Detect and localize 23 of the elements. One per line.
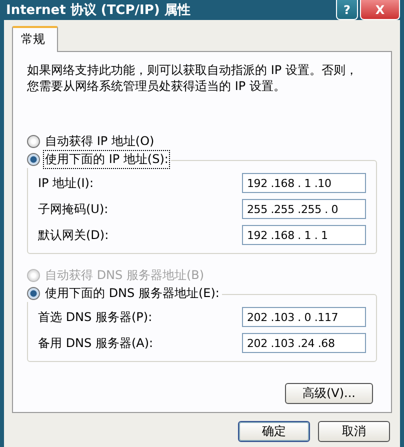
description-text: 您需要从网络系统管理员处获得适当的 IP 设置。 bbox=[27, 78, 286, 94]
help-button[interactable]: ? bbox=[336, 0, 358, 20]
field-label: 默认网关(D): bbox=[38, 226, 109, 244]
ok-button[interactable]: 确定 bbox=[238, 421, 310, 442]
cancel-button[interactable]: 取消 bbox=[318, 421, 390, 442]
radio-button[interactable] bbox=[27, 152, 40, 166]
ip-address-field[interactable]: 192 .168 . 1 .10 bbox=[242, 173, 366, 193]
advanced-button[interactable]: 高级(V)... bbox=[285, 383, 373, 404]
ip-address-field[interactable]: 202 .103 . 0 .117 bbox=[242, 307, 366, 327]
field-label: 子网掩码(U): bbox=[38, 200, 108, 218]
radio-label[interactable]: 自动获得 IP 地址(O) bbox=[44, 132, 156, 150]
field-label: IP 地址(I): bbox=[38, 174, 94, 192]
window-title: Internet 协议 (TCP/IP) 属性 bbox=[6, 2, 190, 19]
description-text: 如果网络支持此功能，则可以获取自动指派的 IP 设置。否则， bbox=[27, 62, 358, 78]
ip-address-field[interactable]: 192 .168 . 1 . 1 bbox=[242, 225, 366, 245]
field-label: 备用 DNS 服务器(A): bbox=[38, 334, 154, 352]
radio-button[interactable] bbox=[27, 134, 40, 148]
ip-address-field[interactable]: 255 .255 .255 . 0 bbox=[242, 199, 366, 219]
close-button[interactable]: X bbox=[360, 0, 400, 20]
ip-address-field[interactable]: 202 .103 .24 .68 bbox=[242, 333, 366, 353]
tab[interactable]: 常规 bbox=[12, 26, 58, 52]
field-label: 首选 DNS 服务器(P): bbox=[38, 308, 152, 326]
radio-button[interactable] bbox=[27, 286, 40, 300]
